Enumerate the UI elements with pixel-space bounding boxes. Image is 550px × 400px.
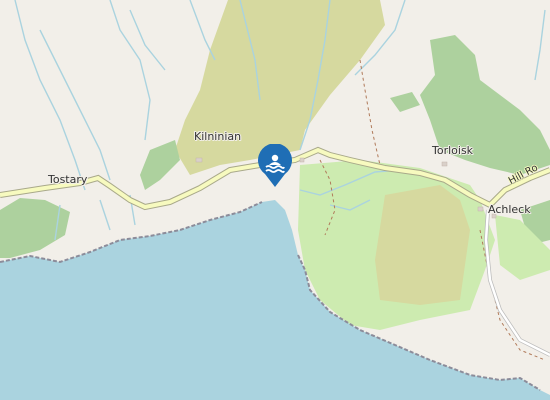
map-tiles <box>0 0 550 400</box>
location-marker[interactable] <box>255 144 295 188</box>
map-canvas[interactable]: Tostary Kilninian Torloisk Achleck Hill … <box>0 0 550 400</box>
place-label-achleck: Achleck <box>488 203 531 216</box>
place-label-tostary: Tostary <box>48 173 88 186</box>
heath-area-south <box>375 185 470 305</box>
place-label-kilninian: Kilninian <box>194 130 242 143</box>
swimming-icon <box>258 144 292 187</box>
place-label-torloisk: Torloisk <box>432 144 474 157</box>
